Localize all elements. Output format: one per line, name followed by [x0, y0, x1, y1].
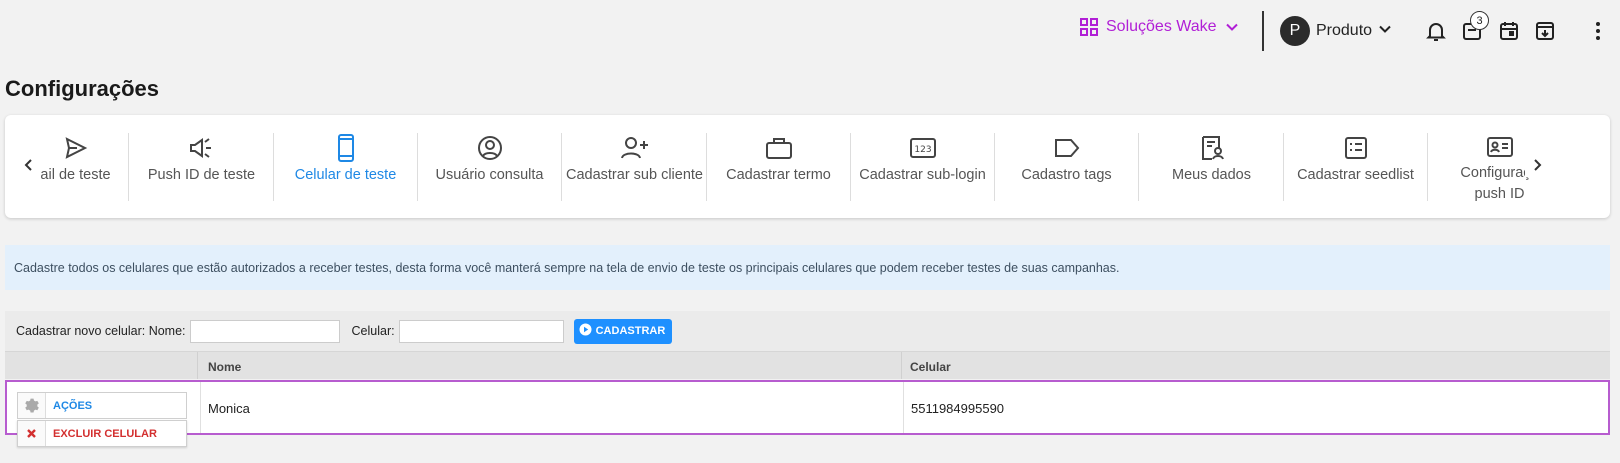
page-title: Configurações	[5, 76, 160, 101]
tab-push-id-teste[interactable]: Push ID de teste	[127, 133, 276, 201]
list-box-icon	[1343, 133, 1369, 163]
top-bar: Soluções Wake P Produto 3	[0, 0, 1620, 62]
smartphone-icon	[336, 133, 356, 163]
tag-icon	[1053, 133, 1081, 163]
tab-label: Cadastrar termo	[726, 167, 831, 183]
tab-label: ail de teste	[40, 167, 111, 183]
add-user-icon	[620, 133, 650, 163]
row-actions-menu: AÇÕES EXCLUIR CELULAR	[17, 392, 187, 447]
delete-phone-button[interactable]: EXCLUIR CELULAR	[17, 420, 187, 447]
tab-label: Meus dados	[1172, 167, 1251, 183]
user-menu[interactable]: P Produto	[1280, 16, 1392, 46]
tab-cadastrar-termo[interactable]: Cadastrar termo	[704, 133, 853, 201]
avatar: P	[1280, 16, 1310, 46]
info-alert: Cadastre todos os celulares que estão au…	[5, 245, 1610, 290]
delete-label: EXCLUIR CELULAR	[53, 427, 157, 440]
brand-label: Soluções Wake	[1106, 18, 1217, 35]
cell-divider	[903, 382, 904, 433]
chevron-down-icon	[1225, 20, 1239, 34]
svg-text:123: 123	[914, 145, 931, 155]
play-circle-icon	[579, 323, 592, 339]
tab-label: Cadastrar sub-login	[859, 167, 986, 183]
cell-divider	[200, 382, 201, 433]
phone-label: Celular:	[351, 324, 395, 338]
actions-label: AÇÕES	[53, 399, 93, 412]
bell-icon[interactable]	[1424, 19, 1448, 43]
tab-configuracao-push-id[interactable]: Configuraçõ push ID	[1425, 133, 1574, 201]
column-header-celular: Celular	[910, 360, 951, 374]
table-header: Nome Celular	[5, 351, 1610, 379]
phone-input[interactable]	[398, 319, 564, 343]
tabs-row: ail de teste Push ID de teste Celular de…	[5, 115, 1610, 218]
gear-icon	[18, 393, 46, 418]
tab-cadastrar-seedlist[interactable]: Cadastrar seedlist	[1281, 133, 1430, 201]
add-phone-form: Cadastrar novo celular: Nome: Celular: C…	[5, 311, 1610, 351]
divider	[1262, 11, 1264, 51]
inbox-icon[interactable]: 3	[1460, 11, 1489, 43]
apps-grid-icon	[1080, 18, 1098, 36]
brand-menu[interactable]: Soluções Wake	[1080, 18, 1239, 36]
user-circle-icon	[477, 133, 503, 163]
actions-button[interactable]: AÇÕES	[17, 392, 187, 419]
user-document-icon	[1199, 133, 1225, 163]
download-box-icon[interactable]	[1533, 19, 1557, 43]
settings-tabs: ail de teste Push ID de teste Celular de…	[5, 115, 1610, 218]
info-text: Cadastre todos os celulares que estão au…	[14, 260, 1120, 275]
tab-cadastro-tags[interactable]: Cadastro tags	[992, 133, 1141, 201]
header-actions-cell	[5, 352, 198, 379]
chevron-right-icon[interactable]	[1525, 153, 1549, 177]
notification-badge: 3	[1470, 11, 1489, 30]
tab-celular-teste[interactable]: Celular de teste	[271, 133, 420, 201]
cell-celular: 5511984995590	[911, 401, 1005, 416]
more-vertical-icon[interactable]	[1586, 19, 1610, 43]
column-divider	[901, 352, 902, 379]
tab-usuario-consulta[interactable]: Usuário consulta	[415, 133, 564, 201]
table-row[interactable]: Monica 5511984995590	[5, 380, 1610, 435]
tab-label: Cadastro tags	[1021, 167, 1112, 183]
user-name: Produto	[1316, 22, 1373, 39]
cell-nome: Monica	[208, 401, 250, 416]
briefcase-icon	[765, 133, 793, 163]
cadastrar-label: CADASTRAR	[595, 325, 666, 337]
tab-cadastrar-sub-cliente[interactable]: Cadastrar sub cliente	[560, 133, 709, 201]
column-header-nome: Nome	[208, 360, 242, 374]
close-icon	[18, 421, 46, 446]
tab-label: Usuário consulta	[435, 167, 544, 183]
tab-label: Cadastrar sub cliente	[565, 167, 703, 183]
send-icon	[63, 133, 89, 163]
calendar-icon[interactable]	[1497, 19, 1521, 43]
tab-label: Cadastrar seedlist	[1297, 167, 1414, 183]
megaphone-icon	[188, 133, 216, 163]
name-input[interactable]	[189, 319, 340, 343]
tab-label: Push ID de teste	[147, 167, 256, 183]
contact-card-icon	[1486, 133, 1514, 161]
tab-cadastrar-sub-login[interactable]: 123 Cadastrar sub-login	[848, 133, 997, 201]
cadastrar-button[interactable]: CADASTRAR	[573, 318, 673, 344]
tab-meus-dados[interactable]: Meus dados	[1137, 133, 1286, 201]
numeric-123-icon: 123	[909, 133, 937, 163]
tab-label: Celular de teste	[294, 167, 397, 183]
chevron-down-icon	[1378, 22, 1392, 41]
name-label: Cadastrar novo celular: Nome:	[16, 324, 186, 338]
